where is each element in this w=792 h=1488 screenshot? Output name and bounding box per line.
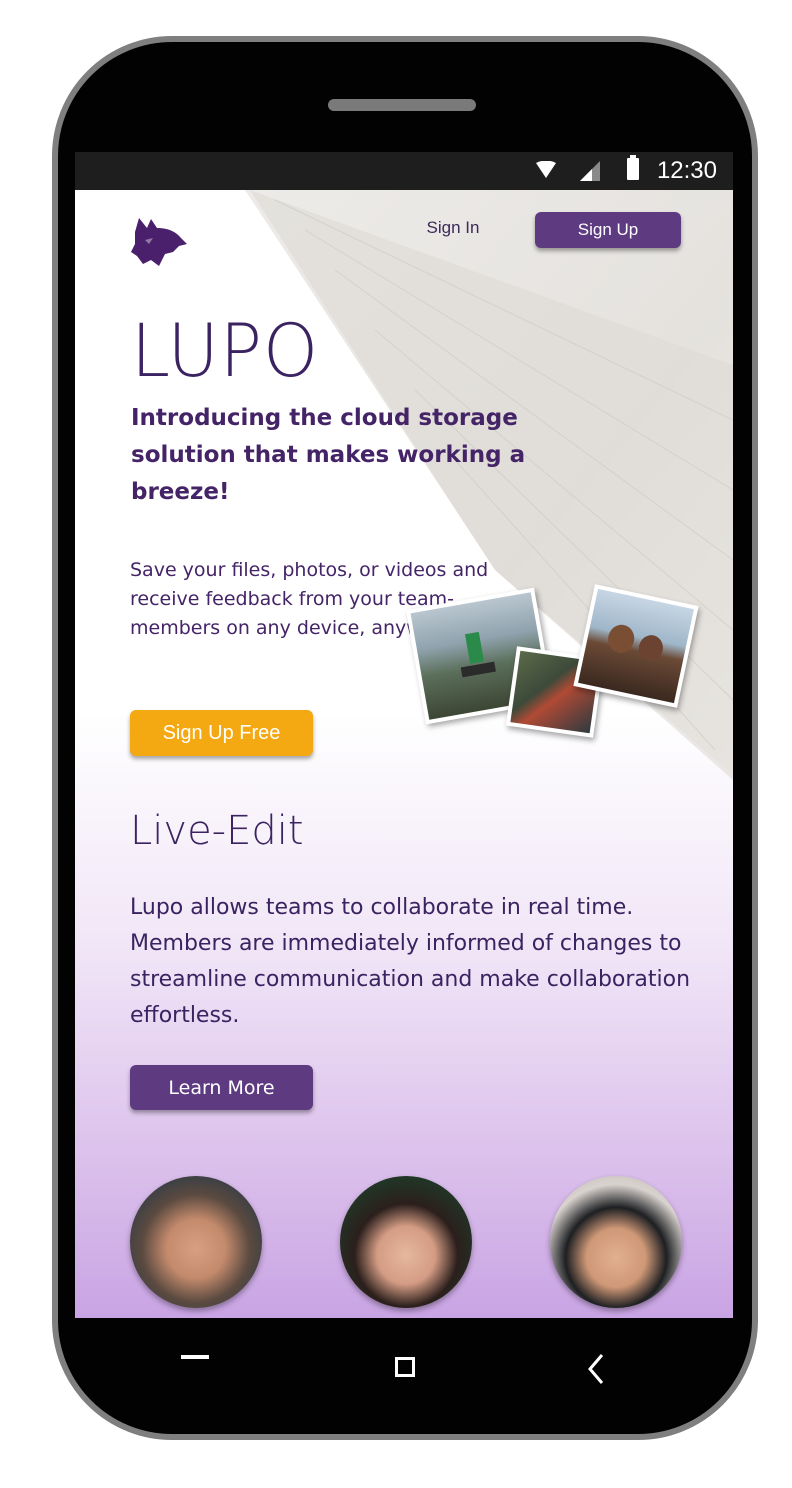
wolf-logo[interactable] bbox=[129, 216, 189, 270]
speaker-grille bbox=[328, 99, 476, 111]
avatar-woman-hat bbox=[340, 1176, 472, 1308]
wifi-icon bbox=[536, 161, 556, 178]
live-edit-title: Live-Edit bbox=[130, 808, 304, 854]
sign-in-link[interactable]: Sign In bbox=[413, 218, 493, 238]
brand-title: LUPO bbox=[131, 307, 320, 395]
avatar-man-beanie bbox=[130, 1176, 262, 1308]
hero-headline: Introducing the cloud storage solution t… bbox=[131, 405, 526, 505]
live-edit-description: Lupo allows teams to collaborate in real… bbox=[130, 895, 691, 1028]
signal-icon bbox=[580, 161, 600, 181]
learn-more-button[interactable]: Learn More bbox=[130, 1065, 313, 1110]
status-bar: 12:30 bbox=[75, 152, 733, 190]
status-time: 12:30 bbox=[656, 157, 717, 184]
sign-up-button[interactable]: Sign Up bbox=[535, 212, 681, 248]
recent-apps-icon[interactable] bbox=[181, 1355, 209, 1359]
sign-up-free-button[interactable]: Sign Up Free bbox=[130, 710, 313, 756]
home-icon[interactable] bbox=[395, 1357, 415, 1377]
photo-friends-smiling bbox=[573, 584, 699, 708]
back-icon[interactable] bbox=[586, 1353, 606, 1385]
app-screen: 12:30 Sign In Sign Up LUPO Introducing t… bbox=[75, 152, 733, 1318]
battery-icon bbox=[627, 155, 639, 180]
avatar-man-cap bbox=[550, 1176, 682, 1308]
